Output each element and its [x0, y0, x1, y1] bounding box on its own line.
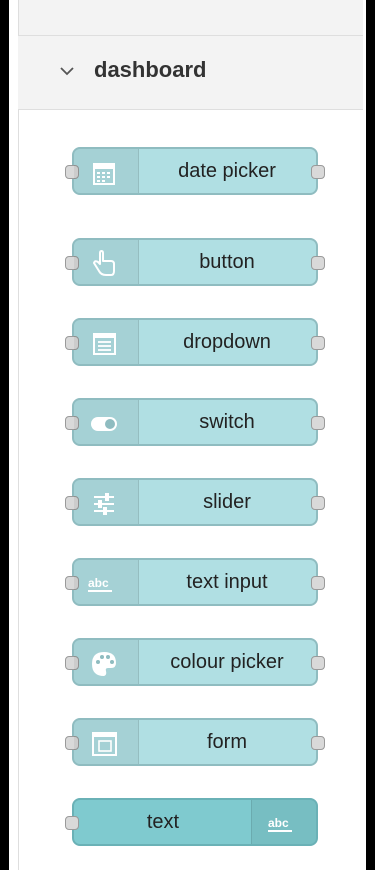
- node-label: dropdown: [183, 330, 271, 353]
- node-icon-area: abc: [251, 800, 316, 844]
- node-switch[interactable]: switch: [65, 398, 325, 446]
- node-icon-area: [74, 320, 139, 364]
- sliders-icon: [94, 493, 114, 515]
- output-port[interactable]: [311, 736, 325, 750]
- node-icon-area: [74, 149, 139, 193]
- node-icon-area: [74, 400, 139, 444]
- node-label: date picker: [178, 159, 276, 182]
- node-dropdown[interactable]: dropdown: [65, 318, 325, 366]
- palette-icon: [92, 652, 116, 676]
- node-label: slider: [203, 490, 251, 513]
- output-port[interactable]: [311, 656, 325, 670]
- node-date-picker[interactable]: date picker: [65, 147, 325, 195]
- node-text[interactable]: text abc: [65, 798, 318, 846]
- svg-text:abc: abc: [268, 816, 289, 830]
- node-label: switch: [199, 410, 255, 433]
- output-port[interactable]: [311, 496, 325, 510]
- hand-pointer-icon: [93, 250, 115, 276]
- node-text-input[interactable]: abc text input: [65, 558, 325, 606]
- node-colour-picker[interactable]: colour picker: [65, 638, 325, 686]
- node-label: colour picker: [170, 650, 284, 673]
- chevron-down-icon: [60, 67, 74, 76]
- node-icon-area: [74, 720, 139, 764]
- output-port[interactable]: [311, 165, 325, 179]
- node-icon-area: [74, 480, 139, 524]
- output-port[interactable]: [311, 576, 325, 590]
- calendar-icon: [93, 163, 115, 185]
- output-port[interactable]: [311, 416, 325, 430]
- palette-divider: [18, 0, 19, 870]
- category-header-dashboard[interactable]: dashboard: [18, 35, 363, 110]
- node-button[interactable]: button: [65, 238, 325, 286]
- node-icon-area: [74, 640, 139, 684]
- form-icon: [92, 732, 117, 756]
- node-label: text: [146, 810, 180, 833]
- node-label: text input: [186, 570, 268, 593]
- list-icon: [93, 333, 116, 355]
- node-form[interactable]: form: [65, 718, 325, 766]
- toggle-icon: [91, 417, 117, 431]
- output-port[interactable]: [311, 336, 325, 350]
- node-label: button: [199, 250, 255, 273]
- node-label: form: [207, 730, 247, 753]
- node-slider[interactable]: slider: [65, 478, 325, 526]
- output-port[interactable]: [311, 256, 325, 270]
- svg-text:abc: abc: [88, 576, 109, 590]
- abc-icon: abc: [268, 816, 292, 832]
- palette-top-strip: [18, 0, 363, 35]
- category-title: dashboard: [94, 57, 207, 82]
- abc-icon: abc: [88, 576, 112, 592]
- node-icon-area: abc: [74, 560, 139, 604]
- node-icon-area: [74, 240, 139, 284]
